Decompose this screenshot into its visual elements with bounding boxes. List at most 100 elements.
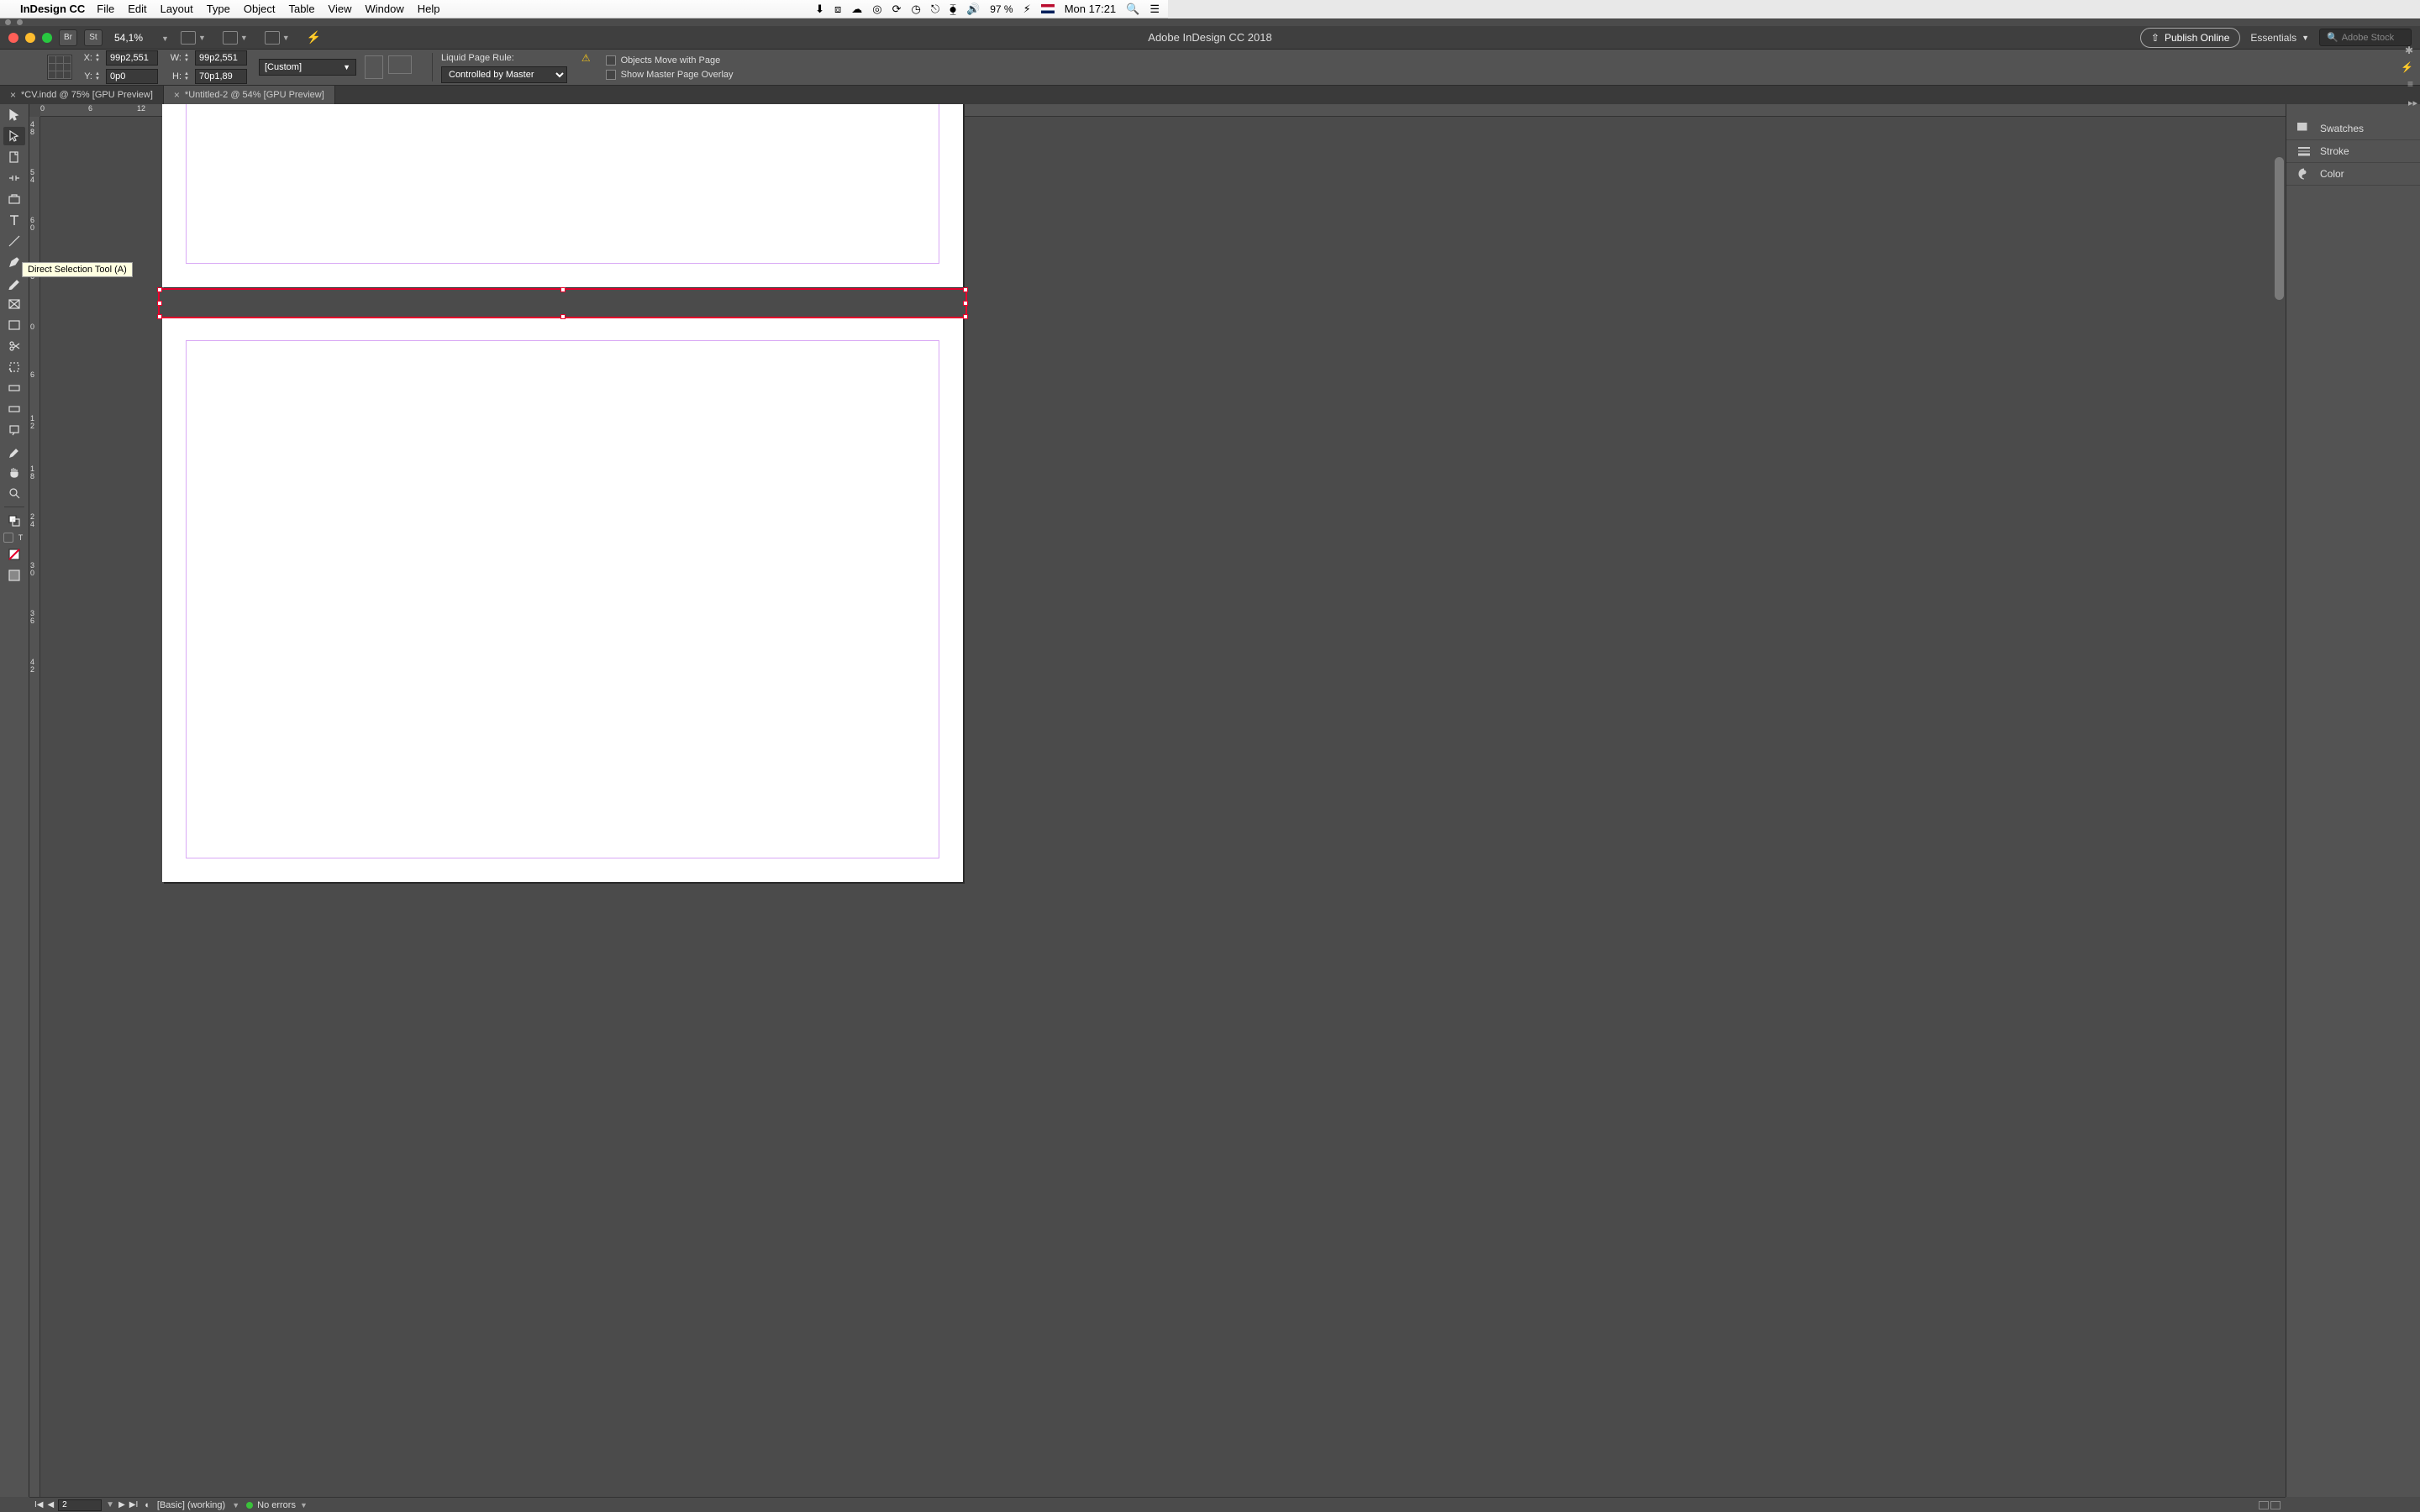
tab-close-icon[interactable] [5,19,11,25]
prev-page-button[interactable]: ◀ [47,1500,54,1509]
menu-object[interactable]: Object [244,3,276,15]
last-page-button[interactable]: ▶I [129,1500,138,1509]
w-input[interactable] [195,50,247,66]
scissors-tool[interactable] [3,337,25,355]
close-icon[interactable]: × [10,89,16,101]
menu-icon[interactable]: ≡ [2407,78,2413,90]
close-button[interactable] [8,33,18,43]
menu-view[interactable]: View [329,3,352,15]
wifi-icon[interactable]: ⧳ [950,3,956,16]
first-page-button[interactable]: I◀ [34,1500,43,1509]
preflight-profile[interactable]: [Basic] (working) [157,1500,225,1510]
stock-button[interactable]: St [84,29,103,46]
format-container-button[interactable] [3,533,13,543]
fill-stroke-swap[interactable] [3,512,25,530]
eyedropper-tool[interactable] [3,442,25,460]
h-input[interactable] [195,69,247,84]
warning-icon[interactable]: ⚠ [581,52,591,64]
rectangle-frame-tool[interactable] [3,295,25,313]
bridge-button[interactable]: Br [59,29,77,46]
master-overlay-checkbox[interactable]: Show Master Page Overlay [606,70,734,80]
publish-online-button[interactable]: ⇧Publish Online [2140,28,2240,48]
objects-move-checkbox[interactable]: Objects Move with Page [606,55,734,66]
apply-color-button[interactable] [3,545,25,564]
bluetooth-icon[interactable]: ⎋ [931,3,939,16]
zoom-tool[interactable] [3,484,25,502]
content-collector-tool[interactable] [3,190,25,208]
spinner-icon[interactable]: ▲▼ [95,70,103,83]
page-1[interactable] [162,104,963,287]
open-indicator-icon[interactable]: ◐ [145,1500,150,1510]
spinner-icon[interactable]: ▲▼ [184,51,192,65]
chevron-down-icon[interactable]: ▼ [232,1501,239,1509]
battery-icon[interactable]: ⚡︎ [1023,3,1031,16]
minimize-button[interactable] [25,33,35,43]
arrange-docs[interactable]: ▼ [265,31,295,45]
chevron-down-icon[interactable]: ▼ [106,1500,114,1509]
selected-frame[interactable] [158,288,967,318]
preflight-status[interactable]: No errors ▼ [246,1500,308,1510]
cc-icon[interactable]: ◎ [872,3,881,16]
y-input[interactable] [106,69,158,84]
doc-tab-untitled[interactable]: ×*Untitled-2 @ 54% [GPU Preview] [164,86,335,104]
rectangle-tool[interactable] [3,316,25,334]
landscape-button[interactable] [388,55,412,74]
free-transform-tool[interactable] [3,358,25,376]
menu-help[interactable]: Help [418,3,440,15]
flag-icon[interactable] [1041,4,1055,13]
view-options-1[interactable]: ▼ [181,31,211,45]
bolt-icon[interactable]: ⚡ [2401,61,2413,73]
page-tool[interactable] [3,148,25,166]
x-input[interactable] [106,50,158,66]
clock-icon[interactable]: ◷ [912,3,921,16]
page-preset-dropdown[interactable]: [Custom]▼ [259,59,356,76]
gap-tool[interactable] [3,169,25,187]
zoom-button[interactable] [42,33,52,43]
spotlight-icon[interactable]: 🔍 [1126,3,1139,16]
doc-tab-cv[interactable]: ×*CV.indd @ 75% [GPU Preview] [0,86,164,104]
page-number-input[interactable] [58,1499,102,1511]
next-page-button[interactable]: ▶ [118,1500,125,1509]
tab-new-icon[interactable] [17,19,23,25]
status-icon[interactable]: ⬇︎ [815,3,824,16]
gear-icon[interactable]: ✱ [2405,45,2413,56]
portrait-button[interactable] [365,55,383,79]
adobe-stock-search[interactable]: 🔍Adobe Stock [2319,29,2412,46]
direct-selection-tool[interactable] [3,127,25,145]
panel-swatches[interactable]: Swatches [2286,118,2420,140]
menu-layout[interactable]: Layout [160,3,193,15]
panel-color[interactable]: Color [2286,163,2420,186]
notification-center-icon[interactable]: ☰ [1150,3,1160,16]
cloud-icon[interactable]: ☁︎ [851,3,862,16]
spinner-icon[interactable]: ▲▼ [95,51,103,65]
panel-stroke[interactable]: Stroke [2286,140,2420,163]
view-mode-button[interactable] [3,566,25,585]
zoom-level[interactable]: 54,1%▼ [114,32,169,44]
battery-percent[interactable]: 97 % [990,3,1013,15]
gradient-swatch-tool[interactable] [3,379,25,397]
selection-tool[interactable] [3,106,25,124]
format-text-button[interactable]: T [16,533,26,543]
line-tool[interactable] [3,232,25,250]
menu-type[interactable]: Type [207,3,230,15]
app-name[interactable]: InDesign CC [20,3,85,15]
workspace-switcher[interactable]: Essentials▼ [2250,32,2309,44]
pasteboard[interactable] [40,117,2286,1497]
view-options-2[interactable]: ▼ [223,31,253,45]
dropbox-icon[interactable]: ⧈ [834,3,841,16]
hand-tool[interactable] [3,463,25,481]
menu-file[interactable]: File [97,3,114,15]
page-2[interactable] [162,317,963,882]
gpu-perf-icon[interactable]: ⚡ [307,30,321,45]
menu-window[interactable]: Window [366,3,404,15]
vertical-ruler[interactable]: 48 54 60 66 0 6 12 18 24 30 36 42 [29,117,40,1497]
menu-table[interactable]: Table [288,3,314,15]
menubar-clock[interactable]: Mon 17:21 [1065,3,1116,15]
liquid-rule-dropdown[interactable]: Controlled by Master [441,66,567,83]
collapse-icon[interactable]: ▸▸ [2408,97,2417,108]
volume-icon[interactable]: 🔊 [966,3,980,16]
sync-icon[interactable]: ⟳ [892,3,902,16]
document-canvas[interactable]: 6 0 6 12 18 24 30 36 42 48 54 60 66 72 7… [29,104,2286,1497]
reference-point-grid[interactable] [47,55,72,80]
note-tool[interactable] [3,421,25,439]
